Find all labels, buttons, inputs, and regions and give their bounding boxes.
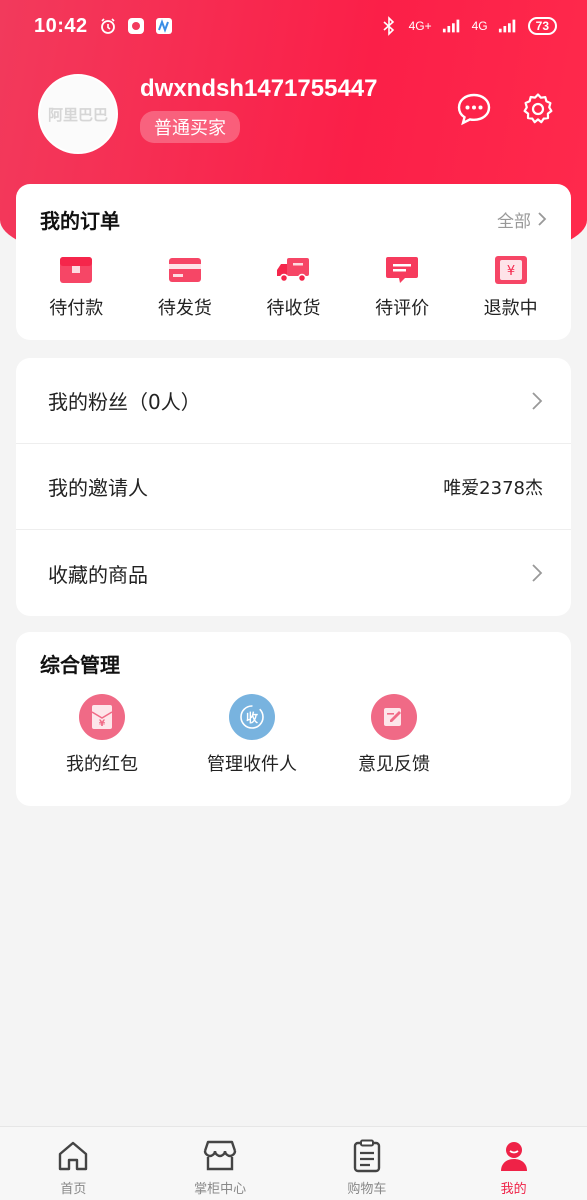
orders-view-all-label: 全部 xyxy=(497,211,531,232)
status-time: 10:42 xyxy=(34,14,88,37)
list-item-label: 我的粉丝（0人） xyxy=(48,390,201,414)
order-pending-payment[interactable]: 待付款 xyxy=(26,254,126,320)
network-label: 4G xyxy=(471,19,488,33)
list-item-fans[interactable]: 我的粉丝（0人） xyxy=(16,358,571,444)
bottom-tab-bar: 首页 掌柜中心 购物车 我的 xyxy=(0,1126,587,1200)
card-icon xyxy=(167,254,203,286)
orders-view-all[interactable]: 全部 xyxy=(497,207,547,232)
management-card: 综合管理 ¥ 我的红包 收 管理收件人 意见反馈 xyxy=(16,632,571,806)
alarm-icon xyxy=(98,16,118,36)
manage-label: 我的红包 xyxy=(66,754,138,775)
chevron-right-icon xyxy=(532,564,543,582)
manage-red-packet[interactable]: ¥ 我的红包 xyxy=(32,694,172,776)
orders-card: 我的订单 全部 待付款 待发货 待收货 待评价 ¥ 退款中 xyxy=(16,184,571,340)
avatar[interactable]: 阿里巴巴 xyxy=(38,74,118,154)
order-pending-receipt[interactable]: 待收货 xyxy=(243,254,343,320)
member-level-badge: 普通买家 xyxy=(140,111,240,143)
order-pending-shipment[interactable]: 待发货 xyxy=(135,254,235,320)
refund-icon: ¥ xyxy=(493,254,529,286)
app-notification-icon xyxy=(154,16,174,36)
bluetooth-icon xyxy=(379,16,399,36)
app-notification-icon xyxy=(126,16,146,36)
tab-label: 我的 xyxy=(500,1182,527,1197)
chevron-right-icon xyxy=(538,212,547,226)
cart-list-icon xyxy=(348,1137,386,1175)
signal-icon xyxy=(498,16,518,36)
list-item-favorites[interactable]: 收藏的商品 xyxy=(16,530,571,616)
status-bar: 10:42 4G+ 4G 73 xyxy=(0,0,587,52)
store-icon xyxy=(201,1137,239,1175)
list-item-label: 收藏的商品 xyxy=(48,562,148,587)
tab-home[interactable]: 首页 xyxy=(0,1127,147,1200)
wallet-icon xyxy=(58,254,94,286)
settings-icon[interactable] xyxy=(519,90,557,128)
order-label: 待评价 xyxy=(375,298,430,319)
manage-label: 意见反馈 xyxy=(358,754,430,775)
order-label: 待收货 xyxy=(266,298,321,319)
receiver-icon: 收 xyxy=(229,694,275,740)
list-item-inviter: 我的邀请人 唯爱2378杰 xyxy=(16,444,571,530)
username: dwxndsh1471755447 xyxy=(140,75,378,102)
order-label: 退款中 xyxy=(483,298,538,319)
signal-icon xyxy=(442,16,462,36)
feedback-icon xyxy=(371,694,417,740)
profile-header: 阿里巴巴 dwxndsh1471755447 普通买家 xyxy=(38,74,557,154)
inviter-name: 唯爱2378杰 xyxy=(443,477,543,499)
order-label: 待发货 xyxy=(157,298,212,319)
tab-label: 掌柜中心 xyxy=(194,1182,247,1197)
account-list-card: 我的粉丝（0人） 我的邀请人 唯爱2378杰 收藏的商品 xyxy=(16,358,571,616)
battery-indicator: 73 xyxy=(527,17,557,35)
truck-icon xyxy=(275,254,311,286)
manage-feedback[interactable]: 意见反馈 xyxy=(324,694,464,776)
svg-text:收: 收 xyxy=(246,710,258,725)
tab-mine[interactable]: 我的 xyxy=(440,1127,587,1200)
profile-icon xyxy=(495,1137,533,1175)
management-title: 综合管理 xyxy=(40,652,120,677)
svg-text:¥: ¥ xyxy=(507,264,515,279)
order-pending-review[interactable]: 待评价 xyxy=(352,254,452,320)
message-icon[interactable] xyxy=(455,90,493,128)
order-refunding[interactable]: ¥ 退款中 xyxy=(461,254,561,320)
comment-icon xyxy=(384,254,420,286)
order-label: 待付款 xyxy=(49,298,104,319)
tab-cart[interactable]: 购物车 xyxy=(294,1127,441,1200)
home-icon xyxy=(54,1137,92,1175)
tab-store-center[interactable]: 掌柜中心 xyxy=(147,1127,294,1200)
avatar-logo-text: 阿里巴巴 xyxy=(47,105,108,124)
red-packet-icon: ¥ xyxy=(79,694,125,740)
tab-label: 首页 xyxy=(60,1182,87,1197)
manage-receivers[interactable]: 收 管理收件人 xyxy=(182,694,322,776)
svg-text:¥: ¥ xyxy=(99,719,106,729)
orders-title: 我的订单 xyxy=(40,208,120,233)
tab-label: 购物车 xyxy=(347,1182,387,1197)
list-item-label: 我的邀请人 xyxy=(48,476,148,500)
chevron-right-icon xyxy=(532,391,543,410)
manage-label: 管理收件人 xyxy=(207,754,297,775)
network-label: 4G+ xyxy=(408,19,432,33)
